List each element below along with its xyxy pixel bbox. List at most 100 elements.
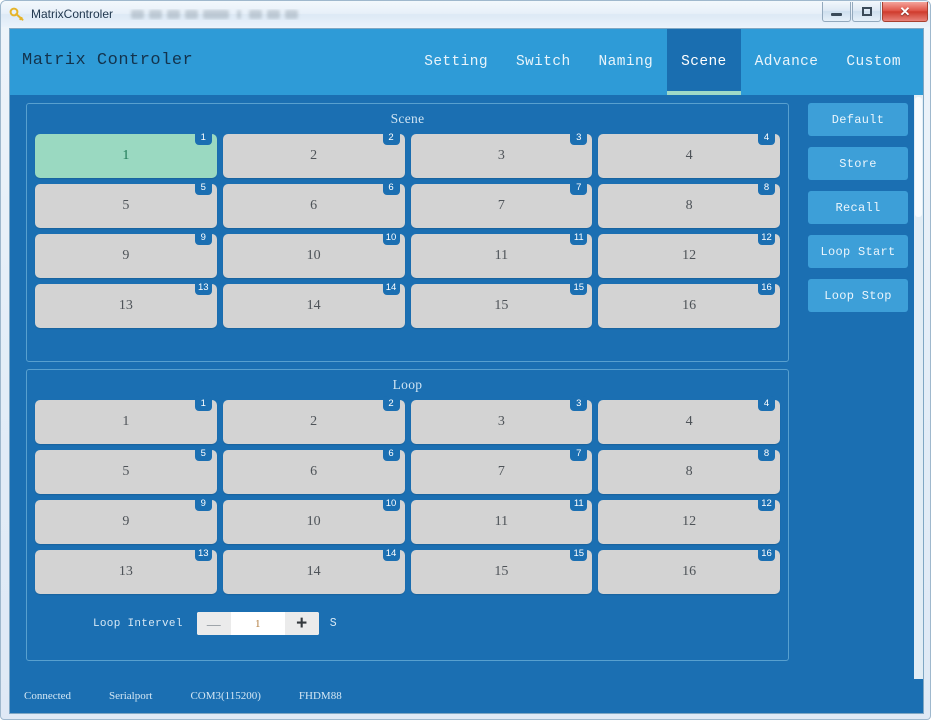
loop-interval-increment-button[interactable]: + bbox=[284, 612, 319, 635]
scene-cell-badge: 7 bbox=[570, 180, 588, 195]
vertical-scrollbar[interactable] bbox=[914, 95, 923, 713]
status-port: COM3(115200) bbox=[190, 690, 261, 702]
loop-interval-stepper: — 1 + bbox=[196, 612, 319, 635]
loop-interval-unit: S bbox=[329, 617, 337, 630]
loop-interval-input[interactable]: 1 bbox=[230, 612, 285, 635]
loop-cell[interactable]: 16 16 bbox=[598, 546, 780, 594]
loop-start-button[interactable]: Loop Start bbox=[808, 235, 908, 268]
scene-cell-badge: 14 bbox=[382, 280, 400, 295]
tab-scene[interactable]: Scene bbox=[667, 29, 741, 95]
loop-cell[interactable]: 22 bbox=[222, 396, 405, 444]
loop-cell-badge: 6 bbox=[382, 446, 400, 461]
loop-cell[interactable]: 10 10 bbox=[222, 496, 405, 544]
loop-cell[interactable]: 66 bbox=[222, 446, 405, 494]
loop-cell-badge: 7 bbox=[570, 446, 588, 461]
vertical-scrollbar-thumb[interactable] bbox=[915, 97, 922, 217]
loop-cell[interactable]: 14 14 bbox=[222, 546, 405, 594]
loop-cell-label: 8 bbox=[685, 464, 693, 479]
loop-panel: Loop 1 1 2 2 3 3 4 4 5 5 6 6 7 7 8 8 9 9 10 10 11 11 12 12 13 13 1… bbox=[26, 369, 789, 661]
scene-cell-label: 1 bbox=[122, 148, 130, 163]
loop-cell[interactable]: 88 bbox=[598, 446, 780, 494]
store-button-label: Store bbox=[839, 156, 877, 171]
loop-cell[interactable]: 33 bbox=[410, 396, 593, 444]
loop-cell-badge: 10 bbox=[382, 496, 400, 511]
minimize-button[interactable] bbox=[822, 2, 851, 22]
scene-cell[interactable]: 22 bbox=[222, 130, 405, 178]
loop-cell[interactable]: 15 15 bbox=[410, 546, 593, 594]
tab-naming-label: Naming bbox=[598, 54, 654, 70]
scene-cell[interactable]: 77 bbox=[410, 180, 593, 228]
loop-cell-badge: 2 bbox=[382, 396, 400, 411]
scene-cell[interactable]: 10 10 bbox=[222, 230, 405, 278]
scene-cell-badge: 4 bbox=[758, 130, 775, 145]
default-button-label: Default bbox=[831, 112, 885, 127]
loop-stop-button[interactable]: Loop Stop bbox=[808, 279, 908, 312]
loop-panel-title: Loop bbox=[392, 377, 423, 392]
scene-cell[interactable]: 55 bbox=[35, 180, 217, 228]
tab-advance-label: Advance bbox=[754, 54, 819, 70]
application-body: Matrix Controler Setting Switch Naming S… bbox=[10, 29, 923, 713]
loop-cell[interactable]: 77 bbox=[410, 446, 593, 494]
loop-cell[interactable]: 55 bbox=[35, 446, 217, 494]
loop-cell-label: 9 bbox=[122, 514, 130, 529]
scene-cell-label: 4 bbox=[685, 148, 693, 163]
scene-cell[interactable]: 44 bbox=[598, 130, 780, 178]
scene-cell-badge: 16 bbox=[758, 280, 775, 295]
store-button[interactable]: Store bbox=[808, 147, 908, 180]
scene-cell[interactable]: 33 bbox=[410, 130, 593, 178]
key-icon bbox=[9, 6, 26, 23]
tab-advance[interactable]: Advance bbox=[741, 29, 833, 95]
loop-cell-badge: 15 bbox=[570, 546, 588, 561]
tab-switch-label: Switch bbox=[515, 54, 571, 70]
scene-cell[interactable]: 11 bbox=[35, 130, 217, 178]
loop-cell-label: 7 bbox=[497, 464, 505, 479]
scene-cell-badge: 8 bbox=[758, 180, 775, 195]
scene-cell[interactable]: 66 bbox=[222, 180, 405, 228]
scene-cell[interactable]: 14 14 bbox=[222, 280, 405, 328]
loop-interval-decrement-button[interactable]: — bbox=[196, 612, 231, 635]
loop-cell-label: 1 bbox=[122, 414, 130, 429]
scene-cell[interactable]: 88 bbox=[598, 180, 780, 228]
loop-cell-label: 15 bbox=[494, 564, 509, 579]
loop-cell-badge: 9 bbox=[194, 496, 212, 511]
loop-cell-badge: 3 bbox=[570, 396, 588, 411]
scene-cell-label: 10 bbox=[306, 248, 321, 263]
loop-cell-badge: 14 bbox=[382, 546, 400, 561]
loop-cell-badge: 1 bbox=[194, 396, 212, 411]
tab-scene-label: Scene bbox=[681, 54, 727, 70]
tab-custom[interactable]: Custom bbox=[832, 29, 915, 95]
loop-cell-grid: 1 1 2 2 3 3 4 4 5 5 6 6 7 7 8 8 9 9 10 10 11 11 12 12 13 13 14 14 15… bbox=[27, 396, 788, 602]
loop-cell[interactable]: 99 bbox=[35, 496, 217, 544]
tab-setting[interactable]: Setting bbox=[410, 29, 502, 95]
tab-naming[interactable]: Naming bbox=[585, 29, 668, 95]
loop-cell[interactable]: 11 11 bbox=[410, 496, 593, 544]
loop-cell[interactable]: 12 12 bbox=[598, 496, 780, 544]
scene-cell[interactable]: 11 11 bbox=[410, 230, 593, 278]
scene-cell-badge: 11 bbox=[570, 230, 588, 245]
scene-cell-badge: 1 bbox=[194, 130, 212, 145]
recall-button[interactable]: Recall bbox=[808, 191, 908, 224]
loop-cell-badge: 11 bbox=[570, 496, 588, 511]
loop-cell-label: 12 bbox=[682, 514, 697, 529]
scene-cell[interactable]: 13 13 bbox=[35, 280, 217, 328]
default-button[interactable]: Default bbox=[808, 103, 908, 136]
close-button[interactable]: ✕ bbox=[882, 2, 928, 22]
maximize-icon bbox=[861, 7, 872, 16]
window-titlebar: MatrixControler ✕ bbox=[1, 1, 930, 27]
scene-cell[interactable]: 15 15 bbox=[410, 280, 593, 328]
maximize-button[interactable] bbox=[852, 2, 881, 22]
loop-cell-label: 10 bbox=[306, 514, 321, 529]
loop-cell[interactable]: 11 bbox=[35, 396, 217, 444]
scene-cell-label: 8 bbox=[685, 198, 693, 213]
scene-cell[interactable]: 16 16 bbox=[598, 280, 780, 328]
scene-cell[interactable]: 99 bbox=[35, 230, 217, 278]
loop-cell-badge: 8 bbox=[758, 446, 775, 461]
scene-cell-badge: 10 bbox=[382, 230, 400, 245]
loop-cell[interactable]: 13 13 bbox=[35, 546, 217, 594]
scene-cell[interactable]: 12 12 bbox=[598, 230, 780, 278]
app-header: Matrix Controler Setting Switch Naming S… bbox=[10, 29, 923, 95]
loop-cell[interactable]: 44 bbox=[598, 396, 780, 444]
loop-cell-label: 3 bbox=[497, 414, 505, 429]
loop-interval-label: Loop Intervel bbox=[93, 617, 183, 630]
tab-switch[interactable]: Switch bbox=[502, 29, 585, 95]
